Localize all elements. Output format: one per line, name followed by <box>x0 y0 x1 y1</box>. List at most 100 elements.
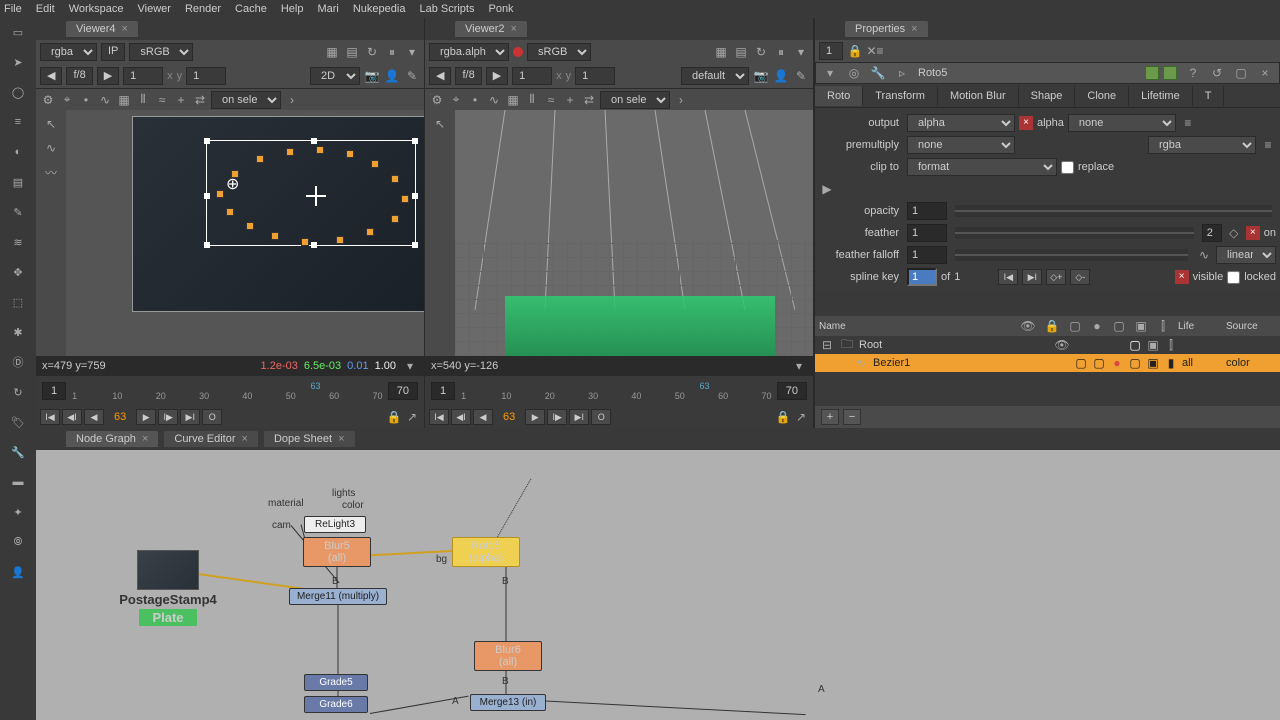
menu-help[interactable]: Help <box>281 3 304 15</box>
tool-d-icon[interactable]: Ⓓ <box>8 352 28 372</box>
menu-edit[interactable]: Edit <box>36 3 55 15</box>
picker-icon[interactable]: ⌖ <box>59 92 75 108</box>
tab-transform[interactable]: Transform <box>863 86 938 106</box>
falloff-input[interactable] <box>907 246 947 264</box>
next-button[interactable]: ▶ <box>486 67 508 85</box>
tool-cube-icon[interactable]: ⬚ <box>8 292 28 312</box>
export-icon[interactable]: ↗ <box>404 409 420 425</box>
del-key-button[interactable]: ◇- <box>1070 269 1090 285</box>
x-input[interactable] <box>123 67 163 85</box>
loop-button[interactable]: O <box>591 409 611 425</box>
refresh-icon[interactable]: ↻ <box>364 44 380 60</box>
menu-cache[interactable]: Cache <box>235 3 267 15</box>
menu-icon[interactable]: ≡ <box>1180 115 1196 131</box>
next-key-button[interactable]: I▶ <box>547 409 567 425</box>
dot-icon[interactable]: • <box>467 92 483 108</box>
green-sq-icon[interactable] <box>1163 66 1177 80</box>
arrows-icon[interactable]: ⇄ <box>192 92 208 108</box>
locked-check[interactable] <box>1227 271 1240 284</box>
node-roto5[interactable]: Roto5(alpha) <box>452 537 520 567</box>
tool-wrench-icon[interactable]: 🔧 <box>8 442 28 462</box>
opacity-slider[interactable] <box>955 205 1272 217</box>
add-key-button[interactable]: ◇+ <box>1046 269 1066 285</box>
menu-icon[interactable]: ≡ <box>1260 137 1276 153</box>
lock-icon[interactable]: 🔒 <box>847 43 863 59</box>
tool-tag-icon[interactable]: 🏷 <box>8 412 28 432</box>
sq2-icon[interactable]: ▢ <box>1092 355 1106 371</box>
dropdown2-icon[interactable]: ▾ <box>402 358 418 374</box>
first-frame-button[interactable]: I◀ <box>40 409 60 425</box>
col-name[interactable]: Name <box>819 321 1012 332</box>
col-life[interactable]: Life <box>1178 321 1218 332</box>
menu-mari[interactable]: Mari <box>317 3 338 15</box>
tool-back-icon[interactable]: ⦾ <box>8 532 28 552</box>
grid2-icon[interactable]: ▦ <box>505 92 521 108</box>
tool-layers-icon[interactable]: ≋ <box>8 232 28 252</box>
lock-icon[interactable]: 🔒 <box>386 409 402 425</box>
prev-key-button[interactable]: ◀I <box>62 409 82 425</box>
next-button[interactable]: ▶ <box>97 67 119 85</box>
feather-slider[interactable] <box>955 227 1194 239</box>
eye-icon[interactable]: 👁 <box>1054 337 1070 353</box>
dot-icon[interactable]: • <box>78 92 94 108</box>
replace-check[interactable] <box>1061 161 1074 174</box>
y-input[interactable] <box>186 67 226 85</box>
layout-icon[interactable]: ▤ <box>344 44 360 60</box>
node-merge11[interactable]: Merge11 (multiply) <box>289 588 387 605</box>
col-source[interactable]: Source <box>1226 321 1276 332</box>
channel-select[interactable]: rgba <box>40 43 97 61</box>
pause-icon[interactable]: ⏸ <box>773 44 789 60</box>
sq4-icon[interactable]: ▣ <box>1146 355 1160 371</box>
x-button[interactable]: × <box>1175 270 1189 284</box>
export-icon[interactable]: ↗ <box>793 409 809 425</box>
tab-clone[interactable]: Clone <box>1075 86 1129 106</box>
gear-icon[interactable]: ⚙ <box>429 92 445 108</box>
frame-end[interactable]: 70 <box>388 382 418 400</box>
levels-icon[interactable]: ⫴ <box>524 92 540 108</box>
next-key-button[interactable]: ▶I <box>1022 269 1042 285</box>
float-icon[interactable]: ▢ <box>1233 65 1249 81</box>
x-button[interactable]: × <box>1019 116 1033 130</box>
node-postagestamp[interactable]: PostageStamp4 Plate <box>118 550 218 628</box>
pause-icon[interactable]: ⏸ <box>384 44 400 60</box>
first-key-button[interactable]: I◀ <box>998 269 1018 285</box>
close-icon[interactable]: × <box>338 433 344 445</box>
graph-tool-icon[interactable]: 〰 <box>43 164 59 180</box>
wrench-icon[interactable]: 🔧 <box>870 65 886 81</box>
dim2-select[interactable]: default <box>681 67 749 85</box>
color-icon[interactable]: ● <box>1110 355 1124 371</box>
tab-shape[interactable]: Shape <box>1019 86 1076 106</box>
dropdown2-icon[interactable]: ▾ <box>791 358 807 374</box>
play-back-button[interactable]: ◀ <box>84 409 104 425</box>
last-frame-button[interactable]: ▶I <box>569 409 589 425</box>
premult-select[interactable]: none <box>907 136 1015 154</box>
wave-icon[interactable]: ≈ <box>154 92 170 108</box>
play-back-button[interactable]: ◀ <box>473 409 493 425</box>
cam-icon[interactable]: 📷 <box>364 68 380 84</box>
tool-move-icon[interactable]: ✥ <box>8 262 28 282</box>
record-icon[interactable] <box>513 47 523 57</box>
clear-icon[interactable]: ✕≡ <box>867 43 883 59</box>
feather2-input[interactable] <box>1202 224 1222 242</box>
clipto-select[interactable]: format <box>907 158 1057 176</box>
lock-count[interactable] <box>819 42 843 60</box>
node-grade5[interactable]: Grade5 <box>304 674 368 691</box>
menu-nukepedia[interactable]: Nukepedia <box>353 3 406 15</box>
selection-select[interactable]: on selec <box>211 91 281 109</box>
sq-icon[interactable]: ▣ <box>1146 337 1160 353</box>
output-select[interactable]: alpha <box>907 114 1015 132</box>
pen-icon[interactable]: ✎ <box>793 68 809 84</box>
channel2-select[interactable]: rgba.alpha <box>429 43 509 61</box>
sq-icon[interactable]: ▢ <box>1128 337 1142 353</box>
user-icon[interactable]: 👤 <box>773 68 789 84</box>
opacity-input[interactable] <box>907 202 947 220</box>
dim-select[interactable]: 2D <box>310 67 360 85</box>
close-icon[interactable]: × <box>511 23 517 35</box>
x-input[interactable] <box>512 67 552 85</box>
close-icon[interactable]: × <box>142 433 148 445</box>
tool-1-icon[interactable]: ▭ <box>8 22 28 42</box>
plus-icon[interactable]: + <box>173 92 189 108</box>
timeline-ruler[interactable]: 63 1 10 20 30 40 50 60 70 <box>72 381 382 401</box>
sq1-icon[interactable]: ▢ <box>1074 355 1088 371</box>
tree-root-row[interactable]: ⊟ 🗀 Root 👁 ▢ ▣ ⫿ <box>815 336 1280 354</box>
